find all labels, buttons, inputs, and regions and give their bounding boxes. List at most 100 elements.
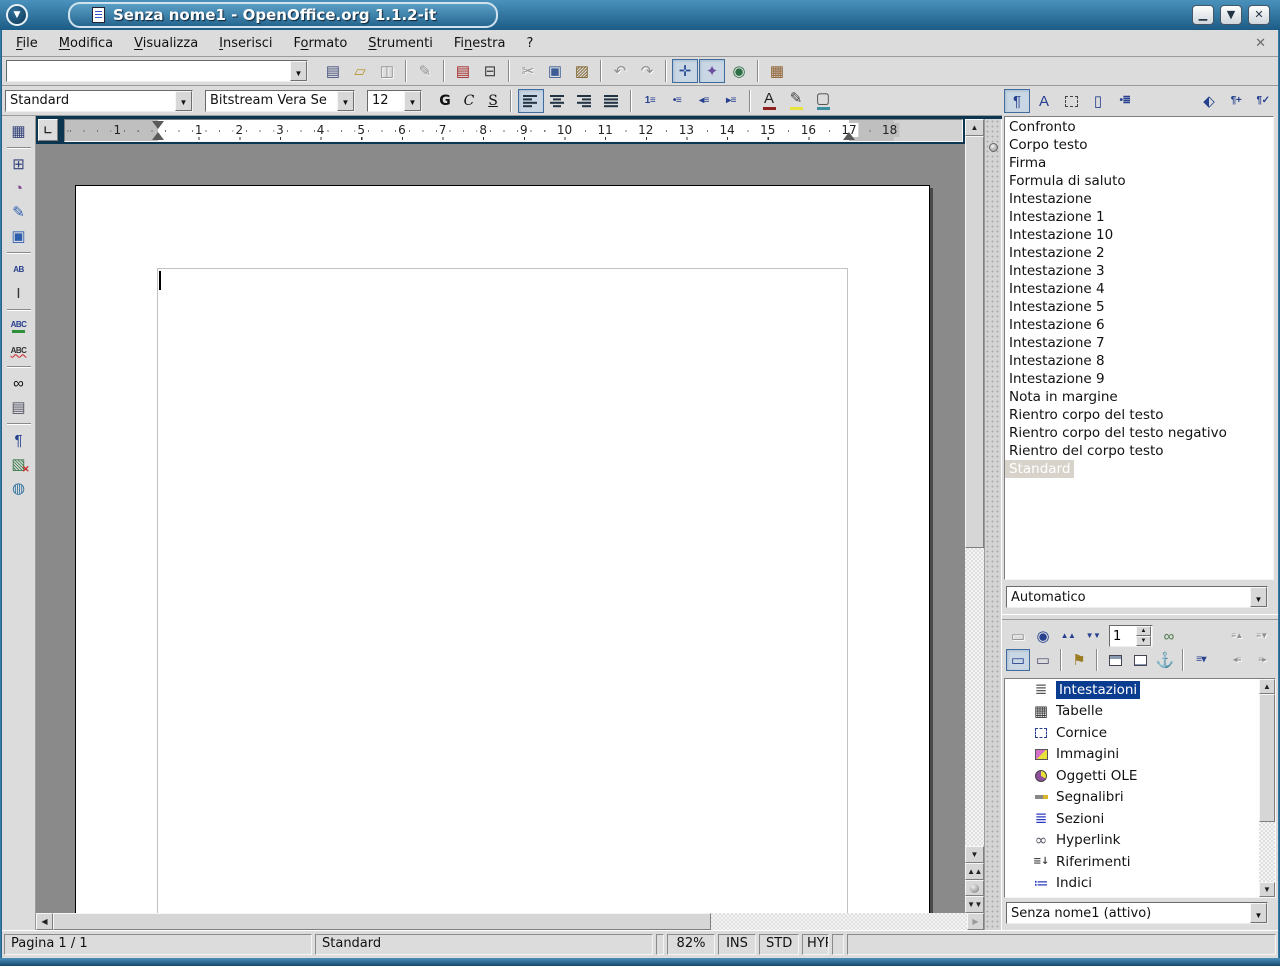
print-button[interactable]: ⊟ [477,59,503,83]
style-item[interactable]: Intestazione 9 [1005,370,1273,388]
direct-cursor-button[interactable]: I [5,282,33,305]
gallery-button[interactable]: ▦ [764,59,790,83]
header-toggle-button[interactable] [1103,649,1127,671]
bulleted-list-button[interactable]: •≡ [664,89,690,113]
style-item[interactable]: Intestazione 1 [1005,208,1273,226]
navigator-item-oggetti ole[interactable]: Oggetti OLE [1005,765,1275,787]
horizontal-ruler[interactable]: 1123456789101112131415161718 [64,119,963,142]
status-page[interactable]: Pagina 1 / 1 [4,934,312,955]
spin-down-button[interactable]: ▼ [1136,636,1151,646]
new-style-from-selection-button[interactable]: ¶+ [1223,89,1249,113]
spin-up-button[interactable]: ▲ [1136,626,1151,636]
navigation-button[interactable]: ◉ [1031,625,1055,647]
autospellcheck-button[interactable]: ABC [5,339,33,362]
style-item[interactable]: Corpo testo [1005,136,1273,154]
style-item[interactable]: Intestazione [1005,190,1273,208]
fill-format-mode-button[interactable]: ⬖ [1196,89,1222,113]
style-item[interactable]: Intestazione 4 [1005,280,1273,298]
style-item[interactable]: Intestazione 6 [1005,316,1273,334]
align-left-button[interactable] [518,89,544,113]
demote-chapter-button[interactable]: ≡▼ [1250,625,1274,647]
menu-visualizza[interactable]: Visualizza [124,33,208,54]
drag-mode-button[interactable]: ≡▾ [1189,649,1213,671]
scroll-up-button[interactable]: ▲ [1259,679,1275,694]
data-sources-button[interactable]: ▤ [5,396,33,419]
draw-functions-button[interactable]: ✎ [5,201,33,224]
style-filter-input[interactable] [1007,587,1250,607]
update-style-button[interactable]: ¶✓ [1250,89,1276,113]
font-size-dropdown-button[interactable] [404,91,421,111]
navigator-button[interactable]: ✛ [672,59,698,83]
menu-strumenti[interactable]: Strumenti [358,33,443,54]
cut-button[interactable]: ✂ [515,59,541,83]
splitter-handle[interactable] [989,143,998,152]
align-justify-button[interactable] [599,89,625,113]
nonprinting-characters-button[interactable]: ¶ [5,429,33,452]
numbering-styles-button[interactable]: •≣ [1112,89,1138,113]
navigator-item-segnalibri[interactable]: Segnalibri [1005,787,1275,809]
highlighting-button[interactable]: ✎ [783,89,809,113]
url-input[interactable] [7,61,290,81]
style-item[interactable]: Intestazione 2 [1005,244,1273,262]
style-item[interactable]: Intestazione 10 [1005,226,1273,244]
style-item[interactable]: Confronto [1005,118,1273,136]
paste-button[interactable]: ▨ [569,59,595,83]
close-button[interactable]: ✕ [1248,5,1270,25]
footer-toggle-button[interactable] [1128,649,1152,671]
redo-button[interactable]: ↷ [634,59,660,83]
listbox-onoff-button[interactable]: ▭ [1006,649,1030,671]
new-document-button[interactable]: ▤ [320,59,346,83]
previous-object-button[interactable]: ▲▲ [1056,625,1080,647]
right-indent-marker[interactable] [843,132,855,140]
style-item[interactable]: Intestazione 5 [1005,298,1273,316]
save-button[interactable]: ◫ [374,59,400,83]
menu-?[interactable]: ? [516,33,543,54]
left-indent-marker[interactable] [152,132,164,140]
document-selector-input[interactable] [1007,903,1250,923]
navigator-scroll-thumb[interactable] [1259,694,1275,822]
status-hyperlink-mode[interactable]: HYP [802,934,829,955]
frame-styles-button[interactable] [1058,89,1084,113]
status-zoom[interactable]: 82% [667,934,715,955]
promote-level-button[interactable]: ◂≡ [1225,649,1249,671]
next-object-button[interactable]: ▼▼ [1081,625,1105,647]
copy-button[interactable]: ▣ [542,59,568,83]
menu-modifica[interactable]: Modifica [49,33,123,54]
window-toggle-button[interactable]: ▭ [1031,649,1055,671]
text-area[interactable] [157,268,848,913]
menu-formato[interactable]: Formato [284,33,358,54]
maximize-button[interactable]: ▼ [1220,5,1242,25]
navigator-item-immagini[interactable]: Immagini [1005,744,1275,766]
style-item[interactable]: Rientro corpo del testo negativo [1005,424,1273,442]
align-right-button[interactable] [572,89,598,113]
navigator-item-sezioni[interactable]: ≣Sezioni [1005,808,1275,830]
scroll-down-button[interactable]: ▼ [1259,882,1275,897]
hyperlink-globe-button[interactable]: ◉ [726,59,752,83]
list-toggle-button[interactable]: ▭ [1006,625,1030,647]
font-size-input[interactable] [368,91,404,111]
insert-object-button[interactable]: ◔ [5,177,33,200]
graphics-onoff-button[interactable]: ▧✕ [5,453,33,476]
character-styles-button[interactable]: A [1031,89,1057,113]
find-replace-button[interactable]: ∞ [5,372,33,395]
form-functions-button[interactable]: ▣ [5,225,33,248]
style-item[interactable]: Formula di saluto [1005,172,1273,190]
bold-button[interactable]: G [434,89,456,113]
style-item[interactable]: Intestazione 8 [1005,352,1273,370]
style-item[interactable]: Firma [1005,154,1273,172]
style-item[interactable]: Intestazione 3 [1005,262,1273,280]
next-page-button[interactable]: ▼▼ [965,896,984,913]
numbered-list-button[interactable]: 1≡ [637,89,663,113]
paragraph-style-input[interactable] [6,91,175,111]
anchor-text-button[interactable]: ⚓ [1153,649,1177,671]
page-number-input[interactable] [1110,626,1136,646]
navigator-item-riferimenti[interactable]: ≡↓Riferimenti [1005,851,1275,873]
edit-file-button[interactable]: ✎ [412,59,438,83]
page-styles-button[interactable]: ▯ [1085,89,1111,113]
online-layout-button[interactable]: ◍ [5,477,33,500]
scroll-left-button[interactable]: ◀ [36,913,53,930]
navigator-scroll-track[interactable] [1259,694,1275,882]
scroll-right-button[interactable]: ▶ [967,913,984,930]
navigator-item-hyperlink[interactable]: ∞Hyperlink [1005,830,1275,852]
stylist-button[interactable]: ✦ [699,59,725,83]
